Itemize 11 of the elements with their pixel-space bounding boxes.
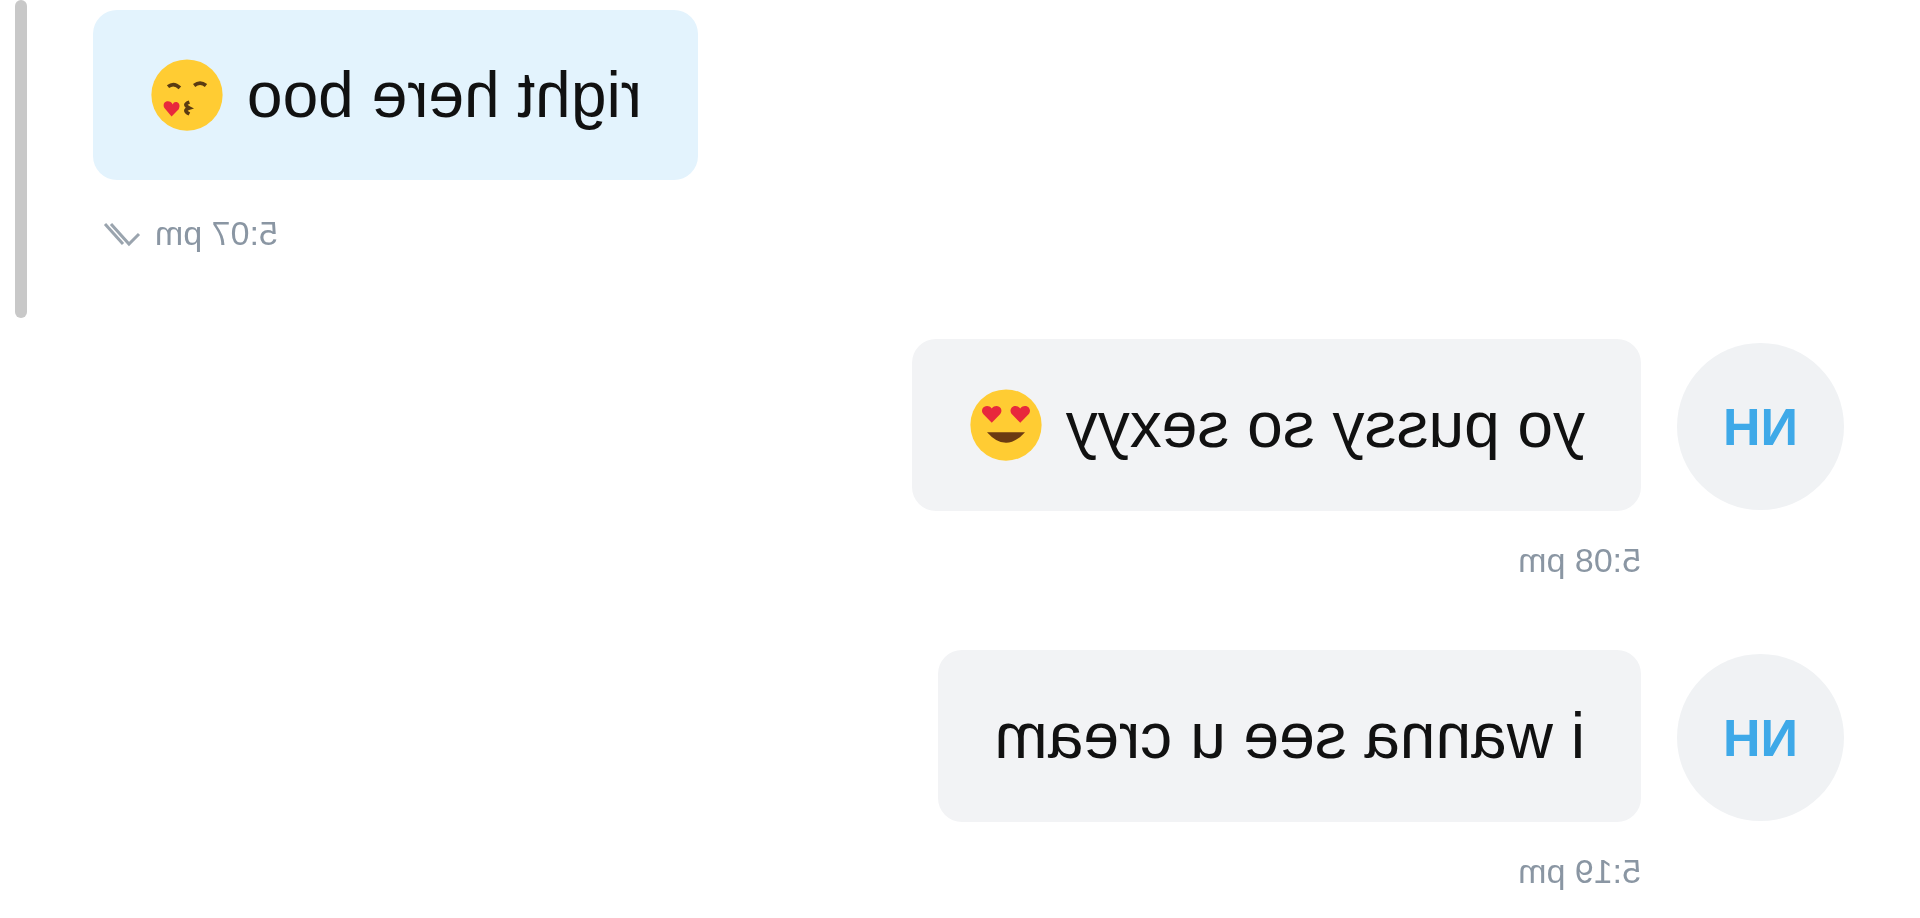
message-text: right here boo bbox=[247, 58, 642, 133]
scrollbar-thumb[interactable] bbox=[15, 0, 27, 318]
message-text: yo pussy so sexyy bbox=[1065, 388, 1585, 463]
heart-eyes-face-icon bbox=[967, 387, 1044, 463]
message-time: 5:08 pm bbox=[1518, 540, 1641, 581]
avatar[interactable]: NH bbox=[1677, 654, 1844, 821]
message-text: i wanna see u cream bbox=[994, 699, 1585, 774]
kissing-face-icon bbox=[149, 57, 225, 133]
avatar[interactable]: NH bbox=[1677, 343, 1844, 510]
message-time: 5:19 pm bbox=[1518, 851, 1641, 892]
message-time: 5:07 pm bbox=[155, 213, 278, 254]
